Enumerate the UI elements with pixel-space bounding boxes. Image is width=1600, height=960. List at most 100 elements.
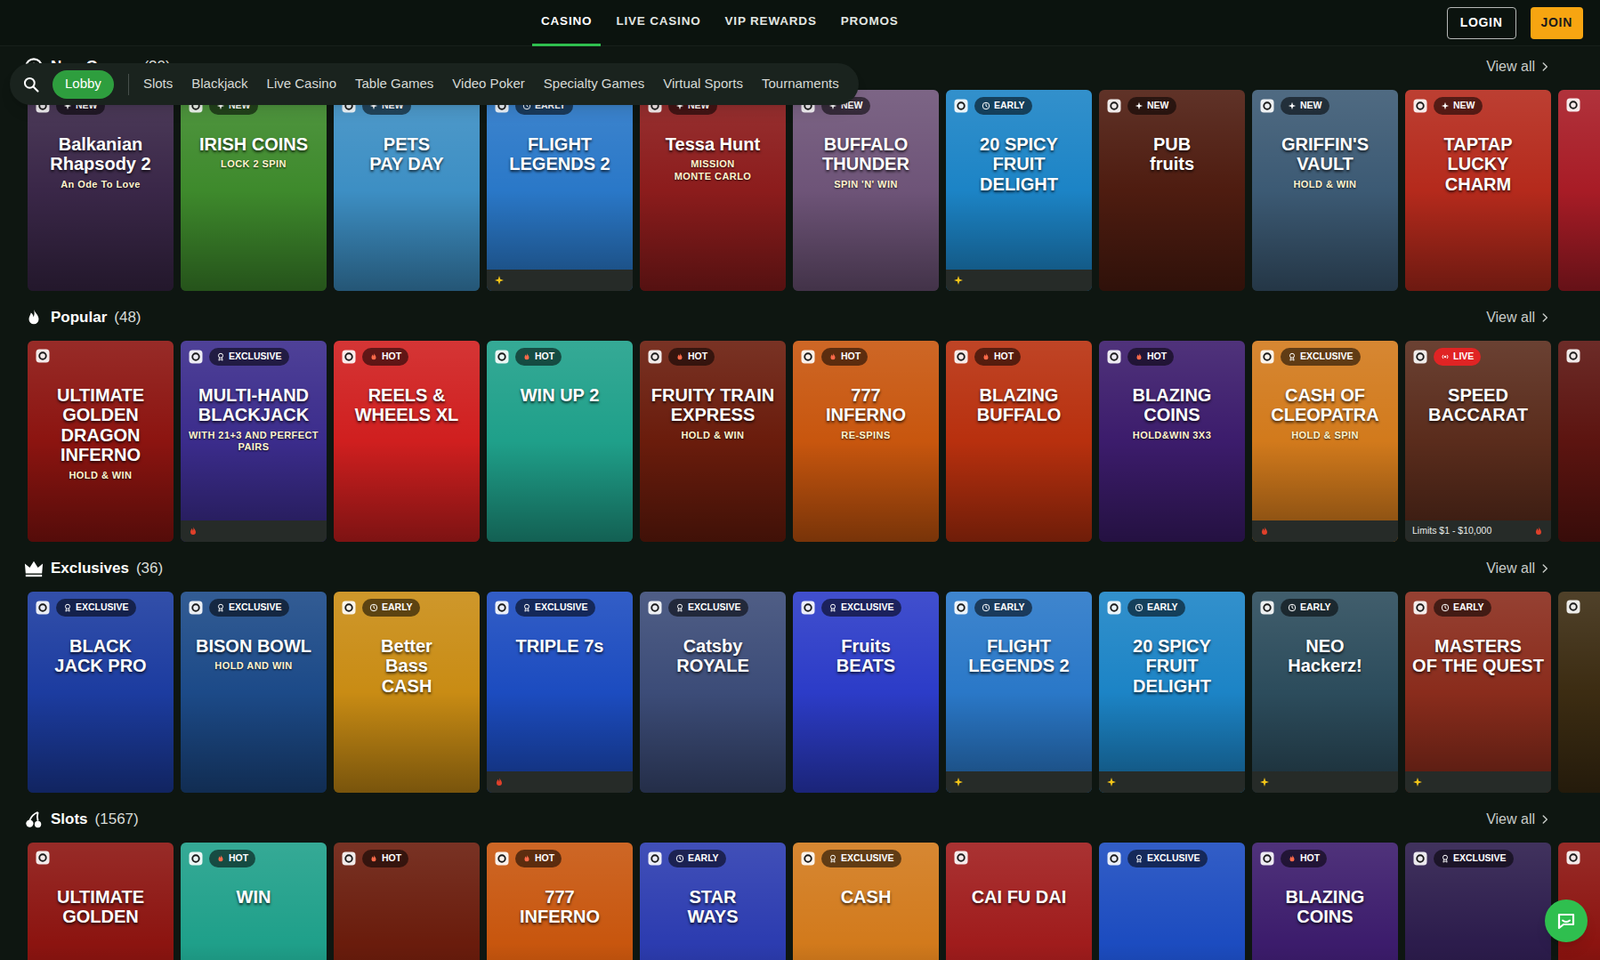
provider-icon (1259, 97, 1276, 114)
filter-item[interactable]: Specialty Games (543, 73, 645, 95)
badge-label: EARLY (993, 98, 1026, 114)
game-card[interactable]: NEWGRIFFIN'S VAULTHOLD & WIN (1252, 89, 1398, 291)
card-footer (945, 269, 1092, 291)
filter-item[interactable]: Video Poker (452, 73, 525, 95)
game-title: ULTIMATE GOLDEN DRAGON INFERNO (34, 385, 167, 466)
badge-icon (675, 352, 685, 362)
nav-item[interactable]: PROMOS (832, 0, 908, 47)
view-all-link[interactable]: View all (1486, 307, 1552, 329)
filter-item[interactable]: Live Casino (266, 73, 337, 95)
filter-item[interactable]: Table Games (355, 73, 434, 95)
game-card[interactable]: EARLYFLIGHT LEGENDS 2 (945, 591, 1092, 793)
game-card[interactable]: EARLYSTAR WAYS (639, 842, 786, 960)
game-card[interactable]: EXCLUSIVE (1098, 842, 1245, 960)
game-card[interactable]: NEWTessa HuntMISSION MONTE CARLO (639, 89, 786, 291)
game-card[interactable]: EARLY20 SPICY FRUIT DELIGHT (1098, 591, 1245, 793)
game-card[interactable] (1558, 89, 1600, 291)
provider-icon (1412, 348, 1429, 365)
game-badge: EARLY (1280, 598, 1339, 617)
game-card[interactable]: CAI FU DAI (945, 842, 1092, 960)
chevron-icon (1538, 60, 1552, 73)
game-card[interactable]: ULTIMATE GOLDEN DRAGON INFERNOHOLD & WIN (27, 340, 174, 542)
game-card[interactable]: EXCLUSIVEFruits BEATS (792, 591, 939, 793)
game-title: BISON BOWL (195, 636, 312, 656)
nav-item[interactable]: VIP REWARDS (716, 0, 826, 47)
provider-icon (34, 347, 51, 364)
game-card[interactable]: NEW TAPTAP LUCKY CHARM (1405, 89, 1552, 291)
game-card[interactable]: NEWBalkanian Rhapsody 2An Ode To Love (27, 89, 174, 291)
flame-icon (1533, 525, 1544, 537)
nav-item[interactable]: LIVE CASINO (606, 0, 710, 47)
top-bar: CASINOLIVE CASINOVIP REWARDSPROMOS LOGIN J… (0, 0, 1600, 47)
game-card[interactable]: EXCLUSIVE (1405, 842, 1552, 960)
view-all-link[interactable]: View all (1486, 557, 1552, 580)
game-card[interactable]: EXCLUSIVECASH (792, 842, 939, 960)
game-title: BLAZING COINS (1132, 385, 1213, 426)
view-all-label[interactable]: View all (1486, 307, 1536, 329)
filter-item[interactable]: Blackjack (191, 73, 248, 95)
card-footer (180, 520, 327, 542)
game-card[interactable]: HOT777 INFERNO (486, 842, 633, 960)
game-card[interactable]: HOTBLAZING COINSHOLD&WIN 3X3 (1098, 340, 1245, 542)
login-button[interactable]: LOGIN (1446, 7, 1517, 40)
game-subtitle: HOLD & SPIN (1291, 429, 1359, 442)
badge-icon (828, 603, 838, 613)
filter-item[interactable]: Lobby (52, 70, 114, 99)
game-card[interactable]: HOTWIN UP 2 (486, 340, 633, 542)
game-card[interactable]: EARLYBetter Bass CASH (333, 591, 480, 793)
game-card[interactable]: EXCLUSIVEBLACK JACK PRO (27, 591, 174, 793)
join-button[interactable]: JOIN (1530, 7, 1584, 40)
game-card[interactable]: NEWPUB fruits (1098, 89, 1245, 291)
game-card[interactable]: EXCLUSIVECatsby ROYALE (639, 591, 786, 793)
badge-label: NEW (1453, 98, 1476, 114)
provider-icon (1565, 598, 1582, 615)
game-card[interactable]: HOTBLAZING COINS (1252, 842, 1398, 960)
card-footer (486, 771, 633, 793)
game-title: REELS & WHEELS XL (355, 385, 460, 426)
game-card[interactable]: HOT777 INFERNORE-SPINS (792, 340, 939, 542)
game-card[interactable]: HOTFRUITY TRAIN EXPRESSHOLD & WIN (639, 340, 786, 542)
section-title: Slots (50, 808, 89, 832)
game-card[interactable]: HOTWIN (180, 842, 327, 960)
filter-item[interactable]: Virtual Sports (662, 73, 744, 95)
game-card[interactable]: LIVESPEED BACCARATLimits $1 - $10,000 (1405, 340, 1552, 542)
badge-label: EXCLUSIVE (687, 600, 742, 615)
view-all-link[interactable]: View all (1486, 808, 1552, 831)
filter-item[interactable]: Slots (143, 73, 173, 95)
game-card[interactable]: EXCLUSIVECASH OF CLEOPATRAHOLD & SPIN (1252, 340, 1398, 542)
filter-item[interactable]: Tournaments (761, 73, 840, 95)
game-card[interactable]: EXCLUSIVEBISON BOWLHOLD AND WIN (180, 591, 327, 793)
game-card[interactable]: HOTBLAZING BUFFALO (945, 340, 1092, 542)
game-title: TAPTAP LUCKY CHARM (1412, 134, 1544, 194)
view-all-label[interactable]: View all (1486, 808, 1536, 831)
game-card[interactable]: EXCLUSIVEMULTI-HAND BLACKJACKWITH 21+3 A… (180, 340, 327, 542)
game-card[interactable]: NEWPETS PAY DAY (333, 89, 480, 291)
provider-icon (1412, 97, 1429, 114)
badge-icon (1134, 603, 1144, 613)
game-card[interactable]: NEWBUFFALO THUNDERSPIN 'N' WIN (792, 89, 939, 291)
chat-button[interactable] (1544, 899, 1588, 943)
game-card[interactable]: EXCLUSIVETRIPLE 7s (486, 591, 633, 793)
game-card[interactable]: EARLYMASTERS OF THE QUEST (1405, 591, 1552, 793)
filter-divider (128, 73, 130, 96)
nav-item[interactable]: CASINO (532, 0, 601, 47)
game-card[interactable]: EARLY20 SPICY FRUIT DELIGHT (945, 89, 1092, 291)
game-card[interactable]: NEWIRISH COINSLOCK 2 SPIN (180, 89, 327, 291)
game-card[interactable]: EARLYFLIGHT LEGENDS 2 (486, 89, 633, 291)
game-card[interactable]: ULTIMATE GOLDEN (27, 842, 174, 960)
game-card[interactable]: HOT (333, 842, 480, 960)
game-card[interactable]: HOTREELS & WHEELS XL (333, 340, 480, 542)
provider-icon (187, 348, 204, 365)
category-filter-bar: Lobby Slots Blackjack Live Casino Table Game… (9, 63, 859, 106)
view-all-label[interactable]: View all (1486, 557, 1536, 580)
game-title: PETS PAY DAY (369, 134, 444, 175)
chat-icon (1555, 910, 1577, 932)
game-card[interactable] (1558, 340, 1600, 542)
card-footer (1098, 771, 1245, 793)
provider-icon (493, 599, 510, 616)
view-all-label[interactable]: View all (1486, 56, 1536, 78)
game-card[interactable]: EARLYNEO Hackerz! (1252, 591, 1398, 793)
view-all-link[interactable]: View all (1486, 56, 1552, 78)
section-title: Popular (50, 306, 107, 330)
game-card[interactable] (1558, 591, 1600, 793)
